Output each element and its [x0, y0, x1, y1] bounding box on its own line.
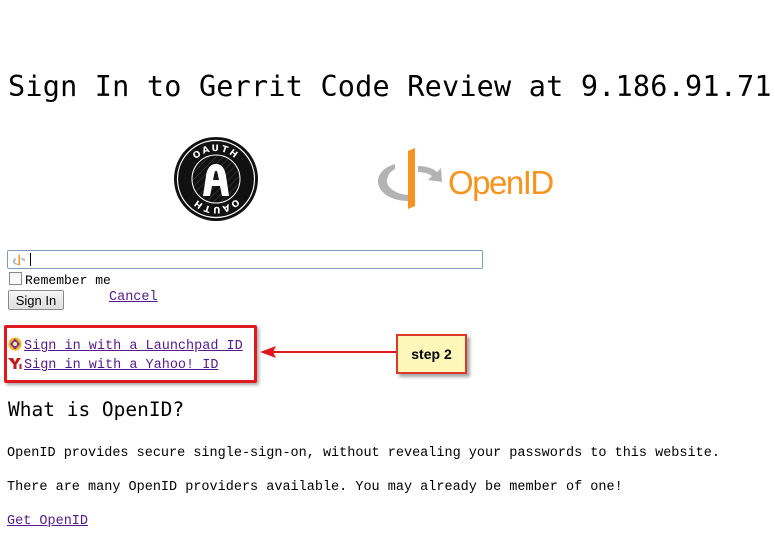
annotation-arrow-icon	[260, 346, 396, 358]
what-is-openid-heading: What is OpenID?	[8, 398, 185, 421]
annotation-highlight-box	[4, 325, 257, 383]
openid-providers-note: There are many OpenID providers availabl…	[7, 480, 623, 495]
text-caret	[30, 253, 31, 266]
remember-me-checkbox[interactable]	[9, 272, 22, 285]
openid-logo[interactable]: OpenID	[378, 148, 553, 210]
sign-in-button[interactable]: Sign In	[8, 290, 64, 310]
get-openid-link[interactable]: Get OpenID	[7, 514, 88, 529]
openid-small-icon	[13, 254, 25, 266]
oauth-logo[interactable]: OAUTH OAUTH	[173, 136, 259, 222]
openid-description: OpenID provides secure single-sign-on, w…	[7, 446, 720, 461]
openid-wordmark: OpenID	[448, 164, 553, 201]
step-callout: step 2	[396, 334, 467, 374]
page-title: Sign In to Gerrit Code Review at 9.186.9…	[8, 70, 772, 103]
openid-url-input[interactable]	[7, 250, 483, 269]
remember-me-row[interactable]: Remember me	[9, 272, 111, 288]
cancel-link[interactable]: Cancel	[109, 290, 158, 305]
remember-me-label: Remember me	[25, 273, 111, 288]
